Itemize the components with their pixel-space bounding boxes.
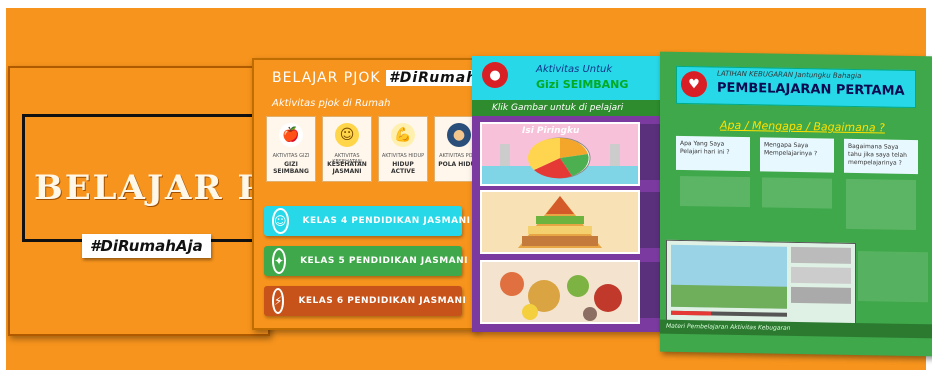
leaf-icon: ✦ [272,248,287,274]
cover-panel[interactable]: BELAJAR PJOK #DiRumahAja [8,66,347,336]
latihan-header: ♥ LATIHAN KEBUGARAN Jantungku Bahagia PE… [676,65,916,109]
collage-stage: BELAJAR PJOK #DiRumahAja BELAJAR PJOK #D… [0,0,932,376]
card-label: HIDUP ACTIVE [390,161,416,175]
latihan-footer: Materi Pembelajaran Aktivitas Kebugaran [660,319,932,339]
kelas-4-button[interactable]: ☺ KELAS 4 PENDIDIKAN JASMANI [264,206,470,236]
card-hidup-active[interactable]: 💪 AKTIVITAS HIDUP HIDUP ACTIVE [378,116,428,182]
isi-piringku-thumbnail[interactable]: Isi Piringku [480,122,640,186]
menu-panel: BELAJAR PJOK #DiRumahAja Aktivitas pjok … [252,58,509,330]
card-gizi[interactable]: 🍎 AKTIVITAS GIZI GIZI SEIMBANG [266,116,316,182]
gizi-instruction: Klik Gambar untuk di pelajari [472,100,684,116]
cover-hashtag: #DiRumahAja [82,234,211,258]
menu-heading-text: BELAJAR PJOK [272,70,381,86]
food-pyramid-thumbnail[interactable] [480,190,640,254]
kelas-5-button[interactable]: ✦ KELAS 5 PENDIDIKAN JASMANI [264,246,468,276]
video-thumbnail [667,240,855,326]
gizi-title-top: Aktivitas Untuk [536,64,613,75]
food-variety-thumbnail[interactable] [480,260,640,324]
card-label: KESEHATAN JASMANI [327,161,367,175]
card-kesehatan[interactable]: ☺ AKTIVITAS KESEHATAN KESEHATAN JASMANI [322,116,372,182]
gizi-title-main: Gizi SEIMBANG [536,78,629,91]
isi-piringku-label: Isi Piringku [522,126,580,136]
video-caption [858,251,928,303]
apa-answer [680,175,750,208]
pyramid-illustration [482,192,638,252]
card-label: GIZI SEIMBANG [273,161,309,175]
cover-title: BELAJAR PJOK [34,168,347,208]
bagaimana-box: Bagaimana Saya tahu jika saya telah memp… [844,138,918,175]
latihan-panel: ♥ LATIHAN KEBUGARAN Jantungku Bahagia PE… [660,51,932,357]
bagaimana-answer [846,178,916,231]
mengapa-box: Mengapa Saya Mempelajarinya ? [760,137,834,173]
video-player[interactable] [666,239,856,328]
activity-cards: 🍎 AKTIVITAS GIZI GIZI SEIMBANG ☺ AKTIVIT… [266,116,484,182]
smile-icon: ☺ [335,123,359,147]
apple-icon: ● [482,62,508,88]
card-top: AKTIVITAS HIDUP [381,153,425,159]
kelas-6-button[interactable]: ⚡ KELAS 6 PENDIDIKAN JASMANI [264,286,466,316]
menu-subtitle: Aktivitas pjok di Rumah [272,98,391,109]
kelas-6-label: KELAS 6 PENDIDIKAN JASMANI [298,296,467,306]
lightning-icon: ⚡ [272,288,285,314]
mengapa-answer [762,177,832,209]
latihan-header-small: LATIHAN KEBUGARAN Jantungku Bahagia [717,69,862,81]
head-icon: ● [447,123,471,147]
muscle-icon: 💪 [391,123,415,147]
gizi-header: ● Aktivitas Untuk Gizi SEIMBANG [472,56,684,100]
card-top: AKTIVITAS GIZI [272,153,310,159]
kelas-4-label: KELAS 4 PENDIDIKAN JASMANI [302,216,471,226]
latihan-header-main: PEMBELAJARAN PERTAMA [717,80,905,99]
apa-box: Apa Yang Saya Pelajari hari ini ? [676,135,750,172]
kelas-5-label: KELAS 5 PENDIDIKAN JASMANI [300,256,469,266]
latihan-question: Apa / Mengapa / Bagaimana ? [720,118,885,135]
heart-icon: ♥ [681,70,707,98]
apple-icon: 🍎 [279,123,303,147]
smile-icon: ☺ [272,208,289,234]
food-illustration [482,262,638,322]
gizi-panel: ● Aktivitas Untuk Gizi SEIMBANG Klik Gam… [472,56,684,332]
